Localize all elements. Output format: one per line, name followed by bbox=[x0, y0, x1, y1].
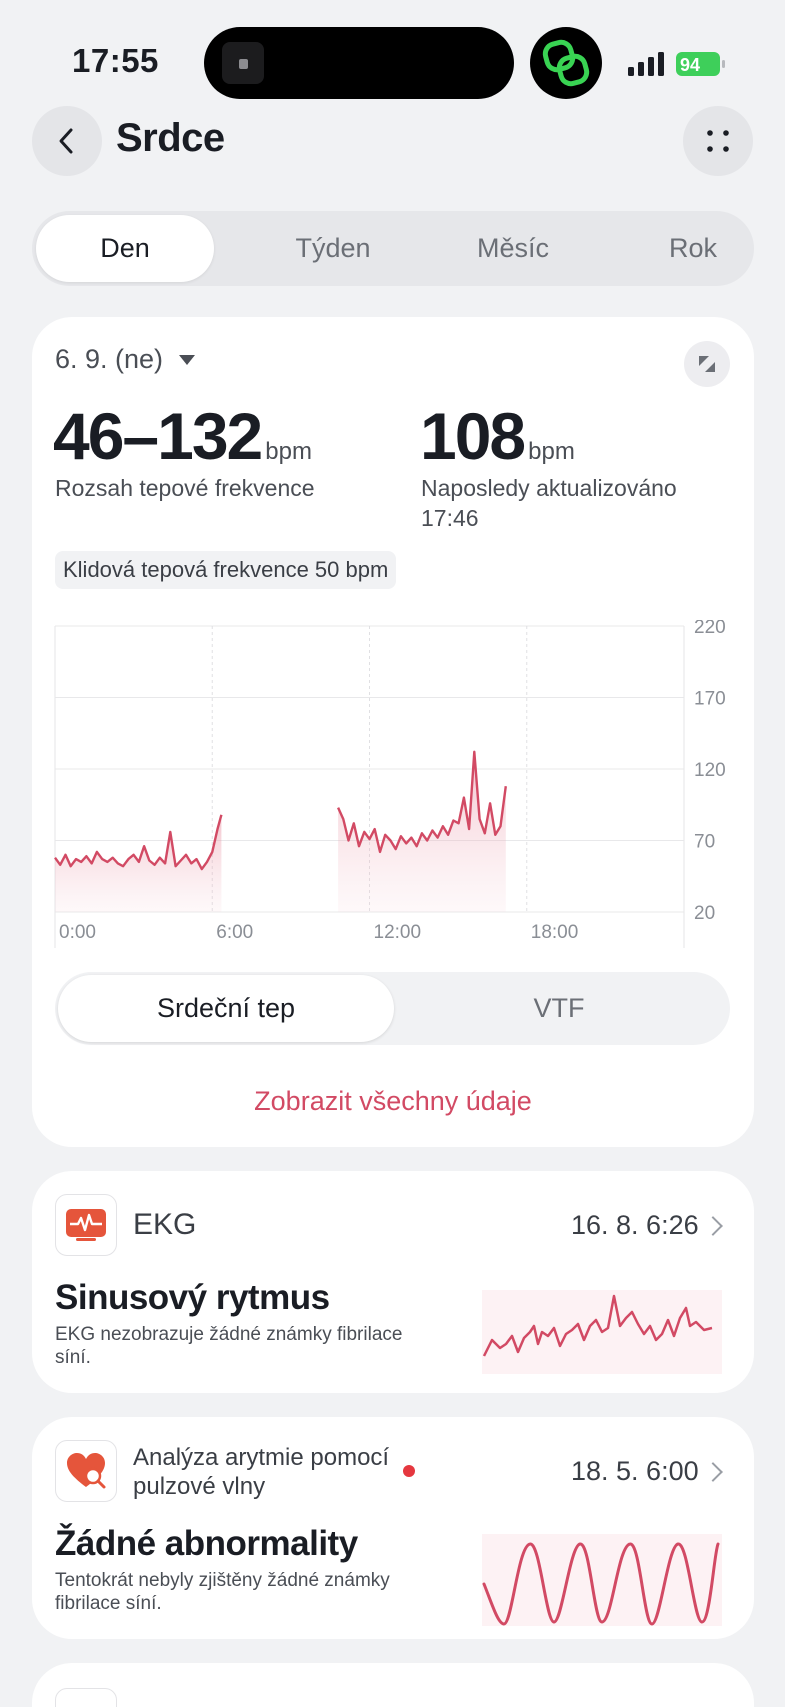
tab-month[interactable]: Měsíc bbox=[424, 215, 602, 282]
range-unit: bpm bbox=[265, 438, 312, 465]
date-selector[interactable]: 6. 9. (ne) bbox=[55, 344, 196, 375]
chart-series-line bbox=[54, 814, 223, 871]
metric-toggle: Srdeční tep VTF bbox=[55, 972, 730, 1045]
expand-icon bbox=[699, 356, 715, 372]
link-app-icon[interactable] bbox=[530, 27, 602, 99]
range-value: 46–132 bbox=[53, 399, 263, 473]
tab-year[interactable]: Rok bbox=[604, 215, 782, 282]
tab-week[interactable]: Týden bbox=[244, 215, 422, 282]
chart-y-tick: 220 bbox=[694, 620, 726, 638]
pulse-waveform bbox=[482, 1534, 722, 1626]
latest-label: Naposledy aktualizováno bbox=[421, 475, 677, 501]
range-label: Rozsah tepové frekvence bbox=[55, 475, 315, 501]
next-card[interactable] bbox=[32, 1663, 754, 1707]
status-time: 17:55 bbox=[72, 42, 159, 79]
dynamic-island bbox=[204, 27, 514, 99]
battery-level: 94 bbox=[680, 55, 700, 75]
ekg-date: 16. 8. 6:26 bbox=[571, 1210, 699, 1240]
ekg-waveform bbox=[482, 1290, 722, 1374]
arrhythmia-headline: Žádné abnormality bbox=[55, 1524, 358, 1563]
caret-down-icon bbox=[179, 354, 196, 365]
chart-x-tick: 12:00 bbox=[374, 922, 422, 943]
toggle-heart-rate[interactable]: Srdeční tep bbox=[58, 975, 394, 1042]
chart-x-tick: 0:00 bbox=[59, 922, 96, 943]
new-indicator-dot bbox=[403, 1465, 415, 1477]
page-title: Srdce bbox=[116, 116, 225, 160]
resting-hr-pill: Klidová tepová frekvence 50 bpm bbox=[55, 551, 397, 589]
next-card-icon bbox=[55, 1688, 117, 1707]
chart-x-tick: 18:00 bbox=[531, 922, 579, 943]
more-button[interactable] bbox=[683, 106, 753, 176]
latest-time: 17:46 bbox=[421, 505, 479, 531]
date-label: 6. 9. (ne) bbox=[55, 344, 164, 374]
arrhythmia-description: Tentokrát nebyly zjištěny žádné známky f… bbox=[55, 1570, 390, 1614]
chart-y-tick: 120 bbox=[694, 760, 726, 781]
chevron-left-icon bbox=[59, 128, 73, 154]
range-block: 46–132 bpm bbox=[53, 398, 312, 474]
fullscreen-button[interactable] bbox=[684, 341, 730, 387]
arrhythmia-date: 18. 5. 6:00 bbox=[571, 1456, 699, 1486]
latest-value: 108 bbox=[420, 399, 526, 473]
chart-x-tick: 6:00 bbox=[216, 922, 253, 943]
ekg-app-icon bbox=[55, 1194, 117, 1256]
chart-y-tick: 70 bbox=[694, 832, 715, 853]
back-button[interactable] bbox=[32, 106, 102, 176]
show-all-data-link[interactable]: Zobrazit všechny údaje bbox=[32, 1086, 754, 1117]
more-dots-icon bbox=[707, 130, 729, 152]
tab-day[interactable]: Den bbox=[36, 215, 214, 282]
latest-block: 108 bpm bbox=[420, 398, 575, 474]
ekg-headline: Sinusový rytmus bbox=[55, 1278, 330, 1317]
toggle-hrv[interactable]: VTF bbox=[391, 975, 727, 1042]
arrhythmia-title: Analýza arytmie pomocí pulzové vlny bbox=[133, 1444, 390, 1500]
lock-icon bbox=[222, 42, 264, 84]
period-tabs: Den Týden Měsíc Rok bbox=[32, 211, 754, 286]
ekg-description: EKG nezobrazuje žádné známky fibrilace s… bbox=[55, 1324, 403, 1368]
latest-unit: bpm bbox=[528, 438, 575, 465]
chart-y-tick: 170 bbox=[694, 689, 726, 710]
ekg-title: EKG bbox=[133, 1208, 197, 1241]
signal-icon bbox=[628, 52, 668, 76]
chart-y-tick: 20 bbox=[694, 903, 715, 924]
heart-rate-chart[interactable]: 220 170 120 70 20 0:00 6:00 12:00 18:00 bbox=[50, 620, 740, 950]
battery-icon: 94 bbox=[676, 52, 726, 76]
chart-area-fill bbox=[55, 814, 222, 912]
pulse-wave-app-icon bbox=[55, 1440, 117, 1502]
